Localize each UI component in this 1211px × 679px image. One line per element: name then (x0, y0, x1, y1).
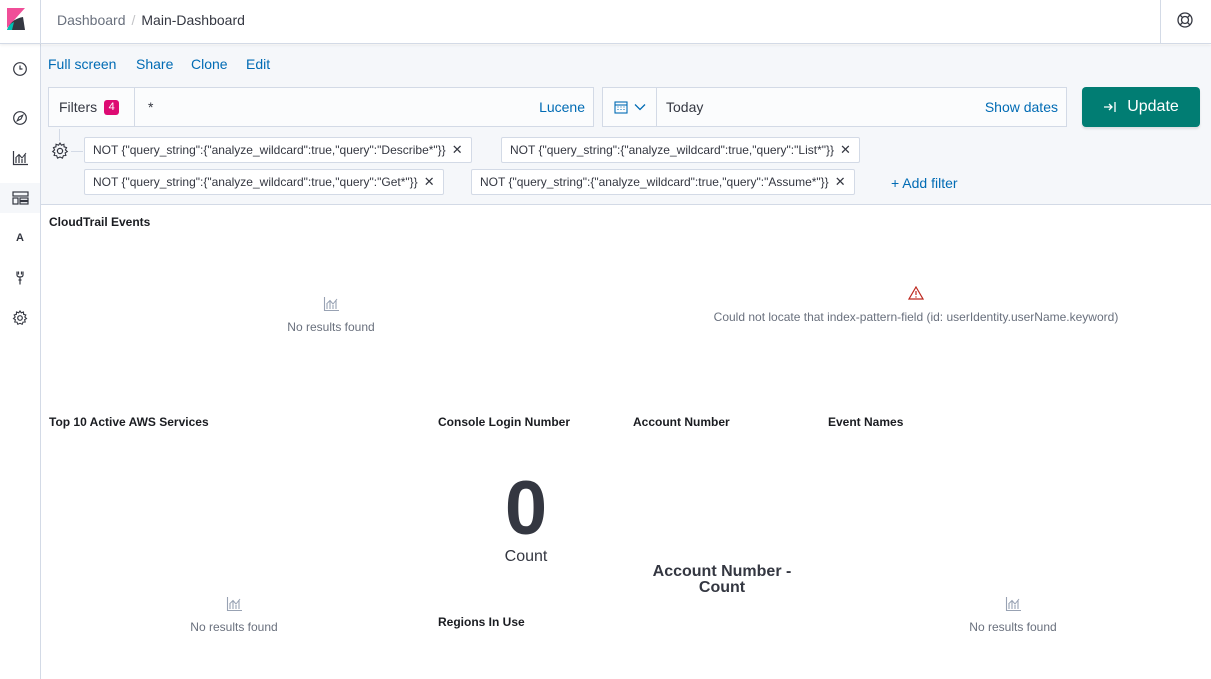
empty-message: No results found (287, 320, 375, 334)
filter-pill-label: NOT {"query_string":{"analyze_wildcard":… (93, 143, 446, 157)
compass-icon (13, 111, 27, 125)
visualize-icon (1005, 597, 1021, 612)
kibana-logo[interactable] (0, 0, 41, 44)
error-state: Could not locate that index-pattern-fiel… (681, 286, 1151, 324)
add-filter-button[interactable]: + Add filter (891, 175, 958, 191)
quick-date-menu-button[interactable] (603, 88, 657, 126)
help-lifebuoy-icon (1177, 12, 1193, 28)
nav-dashboard[interactable] (0, 183, 40, 213)
close-icon[interactable]: ✕ (424, 174, 435, 190)
top-header: Dashboard / Main-Dashboard (0, 0, 1211, 44)
query-bar: Filters 4 * Lucene (48, 87, 594, 127)
clock-icon (13, 62, 27, 76)
dashboard-icon (11, 191, 29, 205)
panel-title-top-services: Top 10 Active AWS Services (49, 415, 209, 429)
visualize-icon (12, 151, 28, 166)
metric-label: Count (504, 548, 548, 565)
update-label: Update (1127, 98, 1179, 115)
filter-pill-label: NOT {"query_string":{"analyze_wildcard":… (480, 175, 829, 189)
empty-message: No results found (190, 620, 278, 634)
nav-timelion[interactable]: A (0, 223, 40, 253)
metric-label: Account Number - Count (652, 563, 792, 596)
breadcrumb-dashboard[interactable]: Dashboard (57, 12, 126, 28)
dashboard-grid: CloudTrail Events No results found Could… (41, 206, 1211, 679)
filter-options-gear-icon[interactable] (51, 142, 69, 160)
close-icon[interactable]: ✕ (452, 142, 463, 158)
filters-button[interactable]: Filters 4 (49, 88, 135, 126)
refresh-arrow-icon (1104, 102, 1116, 112)
filter-pill[interactable]: NOT {"query_string":{"analyze_wildcard":… (471, 169, 855, 195)
date-picker: Today Show dates (602, 87, 1067, 127)
help-button[interactable] (1160, 0, 1211, 44)
date-value[interactable]: Today (666, 99, 703, 115)
close-icon[interactable]: ✕ (835, 174, 846, 190)
gear-icon (12, 310, 28, 326)
share-link[interactable]: Share (136, 56, 173, 72)
letter-a-icon: A (16, 232, 24, 244)
panel-title-console-login: Console Login Number (438, 415, 570, 429)
panel-title-regions: Regions In Use (438, 615, 525, 629)
breadcrumb-current: Main-Dashboard (141, 12, 245, 28)
nav-management[interactable] (0, 303, 40, 333)
filter-pill[interactable]: NOT {"query_string":{"analyze_wildcard":… (84, 137, 472, 163)
query-language-button[interactable]: Lucene (539, 99, 585, 115)
full-screen-link[interactable]: Full screen (48, 56, 116, 72)
breadcrumb-separator: / (131, 12, 136, 28)
filters-label: Filters (59, 99, 98, 115)
panel-title-account-number: Account Number (633, 415, 730, 429)
filter-pill[interactable]: NOT {"query_string":{"analyze_wildcard":… (84, 169, 444, 195)
empty-state: No results found (174, 596, 294, 634)
side-navigation: A (0, 44, 41, 679)
clone-link[interactable]: Clone (191, 56, 228, 72)
nav-dev-tools[interactable] (0, 263, 40, 293)
breadcrumb: Dashboard / Main-Dashboard (57, 12, 245, 28)
filter-pill[interactable]: NOT {"query_string":{"analyze_wildcard":… (501, 137, 860, 163)
wrench-icon (16, 271, 24, 285)
panel-title-cloudtrail: CloudTrail Events (49, 215, 151, 229)
empty-state: No results found (953, 596, 1073, 634)
nav-discover[interactable] (0, 103, 40, 133)
close-icon[interactable]: ✕ (840, 142, 851, 158)
empty-message: No results found (969, 620, 1057, 634)
connector-line (59, 129, 60, 141)
metric-value: 0 (504, 466, 548, 551)
connector-line (71, 151, 83, 152)
update-button[interactable]: Update (1082, 87, 1200, 127)
filter-pill-label: NOT {"query_string":{"analyze_wildcard":… (93, 175, 418, 189)
show-dates-button[interactable]: Show dates (985, 99, 1058, 115)
edit-link[interactable]: Edit (246, 56, 270, 72)
chevron-down-icon (634, 104, 645, 111)
error-message: Could not locate that index-pattern-fiel… (713, 310, 1119, 324)
nav-recently-viewed[interactable] (0, 54, 40, 84)
calendar-icon (613, 101, 628, 114)
warning-icon (908, 286, 924, 300)
nav-visualize[interactable] (0, 143, 40, 173)
visualize-icon (226, 597, 242, 612)
query-toolbar: Full screen Share Clone Edit Filters 4 *… (41, 45, 1211, 205)
kibana-logo-icon (7, 8, 25, 30)
search-input[interactable]: * (148, 99, 153, 115)
filter-pill-label: NOT {"query_string":{"analyze_wildcard":… (510, 143, 835, 157)
visualize-icon (323, 297, 339, 312)
filters-count-badge: 4 (104, 99, 120, 115)
empty-state: No results found (271, 296, 391, 334)
panel-title-event-names: Event Names (828, 415, 904, 429)
